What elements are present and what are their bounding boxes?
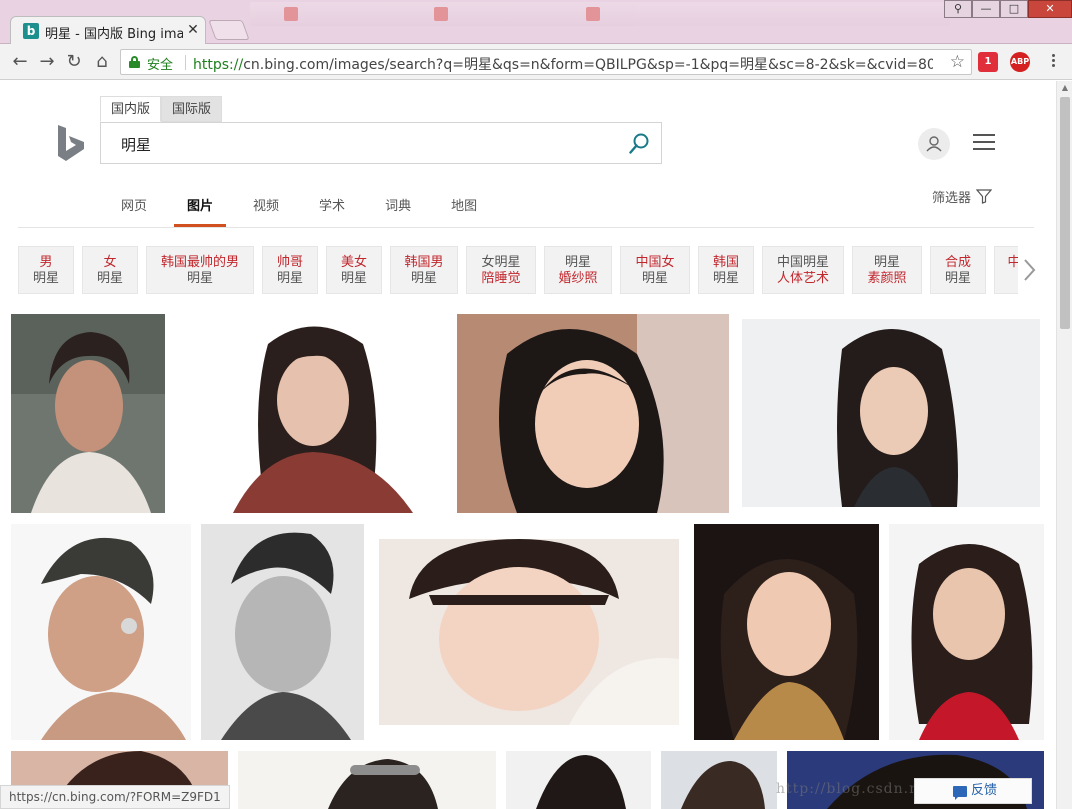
funnel-icon (976, 189, 993, 204)
related-chip[interactable]: 男明星 (18, 246, 74, 294)
nav-divider (18, 227, 1034, 228)
tab-close-icon[interactable]: ✕ (185, 21, 201, 39)
vertical-nav: 网页 图片 视频 学术 词典 地图 (108, 187, 504, 227)
market-scope-tabs: 国内版 国际版 (100, 96, 223, 122)
active-tab[interactable]: b 明星 - 国内版 Bing imag ✕ (10, 16, 206, 45)
related-chip[interactable]: 合成 明星 (930, 246, 986, 294)
new-tab-button[interactable] (208, 20, 250, 40)
chevron-right-icon[interactable] (1018, 257, 1040, 283)
bing-favicon-icon: b (23, 23, 39, 39)
reload-icon[interactable]: ↻ (62, 50, 86, 74)
window-controls: ⚲ — □ ✕ (944, 0, 1072, 18)
image-result[interactable] (11, 314, 165, 513)
extension-icon[interactable]: 1 (978, 52, 998, 72)
image-result[interactable] (661, 751, 777, 809)
bing-images-page: 国内版 国际版 网页 图片 视频 学术 词典 地图 筛选器 男明星 女明星 韩国… (0, 81, 1056, 809)
tab-academic[interactable]: 学术 (306, 187, 358, 227)
tab-dictionary[interactable]: 词典 (372, 187, 424, 227)
image-result[interactable] (379, 539, 679, 725)
feedback-icon (953, 786, 967, 800)
maximize-button[interactable]: □ (1000, 0, 1028, 18)
url-path: cn.bing.com/images/search?q=明星&qs=n&form… (243, 57, 933, 73)
page-scrollbar[interactable]: ▲ (1056, 81, 1072, 809)
close-window-button[interactable]: ✕ (1028, 0, 1072, 18)
tab-web[interactable]: 网页 (108, 187, 160, 227)
background-tab[interactable] (428, 4, 568, 24)
related-chip[interactable]: 美女 明星 (326, 246, 382, 294)
search-box (100, 122, 662, 164)
minimize-button[interactable]: — (972, 0, 1000, 18)
search-icon[interactable] (627, 132, 651, 156)
filter-button[interactable]: 筛选器 (932, 187, 993, 206)
related-chip[interactable]: 韩国最帅的男 明星 (146, 246, 254, 294)
bing-logo-icon[interactable] (56, 125, 86, 161)
tab-title: 明星 - 国内版 Bing imag (45, 27, 183, 42)
image-result[interactable] (694, 524, 879, 740)
url-scheme: https:// (193, 57, 244, 73)
related-chip[interactable]: 中国明星 人体艺术 (762, 246, 844, 294)
address-divider (185, 55, 186, 70)
back-arrow-icon[interactable]: ← (8, 50, 32, 74)
tab-domestic[interactable]: 国内版 (100, 96, 162, 122)
tab-maps[interactable]: 地图 (438, 187, 490, 227)
lock-icon (129, 56, 140, 68)
image-result[interactable] (506, 751, 651, 809)
related-chip[interactable]: 女明星 陪睡觉 (466, 246, 536, 294)
user-profile-icon[interactable]: ⚲ (944, 0, 972, 18)
feedback-label: 反馈 (971, 783, 998, 798)
image-result[interactable] (889, 524, 1044, 740)
related-chip[interactable]: 韩国 明星 (698, 246, 754, 294)
related-chip[interactable]: 中国女 明星 (620, 246, 690, 294)
adblock-icon[interactable]: ABP (1010, 52, 1030, 72)
image-result[interactable] (173, 314, 448, 513)
tab-strip: b 明星 - 国内版 Bing imag ✕ ⚲ — □ ✕ (0, 0, 1072, 45)
scroll-up-icon[interactable]: ▲ (1057, 81, 1072, 95)
status-bar-url: https://cn.bing.com/?FORM=Z9FD1 (0, 785, 230, 809)
tab-videos[interactable]: 视频 (240, 187, 292, 227)
browser-toolbar: ← → ↻ ⌂ 安全 https://cn.bing.com/images/se… (0, 44, 1072, 80)
image-result[interactable] (11, 524, 191, 740)
background-tab[interactable] (278, 4, 418, 24)
image-result[interactable] (238, 751, 496, 809)
background-tab[interactable] (580, 4, 720, 24)
bookmark-star-icon[interactable]: ☆ (950, 52, 965, 72)
related-chip[interactable]: 明星 素颜照 (852, 246, 922, 294)
filter-label: 筛选器 (932, 191, 972, 206)
background-tabs (250, 2, 950, 26)
scrollbar-thumb[interactable] (1060, 97, 1070, 329)
related-chip[interactable]: 明星 婚纱照 (544, 246, 612, 294)
search-input[interactable] (121, 134, 601, 154)
account-icon[interactable] (918, 128, 950, 160)
secure-label: 安全 (147, 58, 174, 73)
address-bar[interactable]: 安全 https://cn.bing.com/images/search?q=明… (120, 49, 972, 75)
tab-images[interactable]: 图片 (174, 187, 227, 227)
url-text[interactable]: https://cn.bing.com/images/search?q=明星&q… (193, 54, 933, 74)
feedback-button[interactable]: 反馈 (914, 778, 1032, 804)
browser-menu-icon[interactable] (1046, 52, 1060, 72)
related-chip[interactable]: 中 (994, 246, 1018, 294)
related-chip[interactable]: 帅哥 明星 (262, 246, 318, 294)
related-chip[interactable]: 女明星 (82, 246, 138, 294)
image-result[interactable] (201, 524, 364, 740)
related-chip[interactable]: 韩国男 明星 (390, 246, 458, 294)
hamburger-menu-icon[interactable] (973, 134, 995, 150)
image-result[interactable] (457, 314, 729, 513)
image-result[interactable] (742, 319, 1040, 507)
related-searches: 男明星 女明星 韩国最帅的男 明星 帅哥 明星 美女 明星 韩国男 明星 女明星 陪睡觉 … (18, 246, 1018, 294)
tab-international[interactable]: 国际版 (161, 96, 223, 122)
home-icon[interactable]: ⌂ (90, 50, 114, 74)
forward-arrow-icon[interactable]: → (35, 50, 59, 74)
